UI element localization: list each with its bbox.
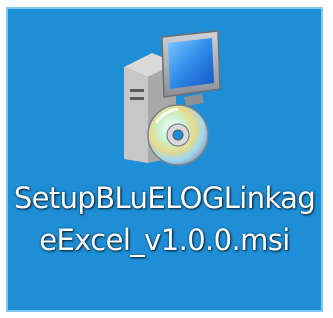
file-name-label: SetupBLuELOGLinkageExcel_v1.0.0.msi xyxy=(13,181,316,257)
desktop-file-icon[interactable]: SetupBLuELOGLinkageExcel_v1.0.0.msi xyxy=(6,7,323,312)
msi-installer-icon xyxy=(106,27,224,167)
